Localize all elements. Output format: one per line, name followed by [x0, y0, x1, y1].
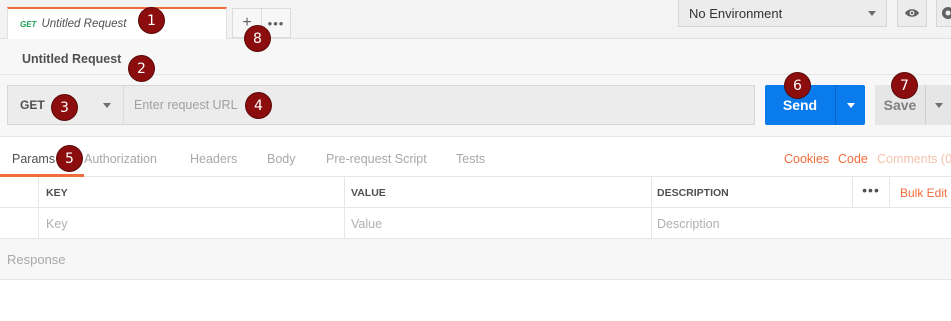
params-table: KEY VALUE DESCRIPTION ••• Bulk Edit — [0, 177, 951, 239]
environment-selected: No Environment — [689, 5, 783, 21]
comments-link[interactable]: Comments (0 — [877, 152, 951, 166]
bulk-edit-link[interactable]: Bulk Edit — [900, 186, 947, 200]
more-horizontal-icon: ••• — [267, 15, 285, 31]
column-header-description: DESCRIPTION — [657, 187, 729, 199]
save-label: Save — [883, 97, 917, 113]
request-tab[interactable]: GET Untitled Request — [7, 7, 227, 39]
column-header-key: KEY — [46, 187, 68, 199]
column-header-value: VALUE — [351, 187, 386, 199]
annotation-marker-5: 5 — [57, 146, 82, 171]
gear-icon — [942, 7, 951, 19]
environment-settings-button[interactable] — [936, 0, 951, 27]
response-panel-header: Response — [0, 239, 951, 280]
annotation-marker-1: 1 — [139, 8, 164, 33]
save-options-button[interactable] — [925, 85, 951, 125]
cookies-link[interactable]: Cookies — [784, 152, 829, 166]
tab-tests[interactable]: Tests — [456, 152, 485, 166]
tab-pre-request-script[interactable]: Pre-request Script — [326, 152, 427, 166]
annotation-marker-8: 8 — [245, 26, 270, 51]
param-key-input[interactable] — [46, 213, 336, 235]
annotation-marker-3: 3 — [52, 95, 77, 120]
param-value-input[interactable] — [351, 213, 641, 235]
code-link[interactable]: Code — [838, 152, 868, 166]
tab-params[interactable]: Params — [12, 152, 55, 166]
chevron-down-icon — [103, 102, 111, 108]
table-row — [0, 208, 951, 239]
column-divider — [38, 177, 39, 208]
column-divider — [344, 177, 345, 208]
tab-authorization[interactable]: Authorization — [84, 152, 157, 166]
request-tab-method: GET — [20, 19, 37, 29]
column-divider — [38, 208, 39, 239]
column-divider — [651, 208, 652, 239]
eye-icon — [905, 9, 919, 17]
annotation-marker-4: 4 — [246, 93, 271, 118]
url-input[interactable] — [123, 85, 755, 125]
column-divider — [852, 177, 853, 208]
request-name[interactable]: Untitled Request — [22, 52, 121, 66]
environment-select[interactable]: No Environment — [678, 0, 887, 27]
chevron-down-icon — [934, 102, 943, 108]
send-label: Send — [782, 97, 818, 113]
request-sub-tabs: Params Authorization Headers Body Pre-re… — [0, 136, 951, 177]
environment-quick-look-button[interactable] — [897, 0, 927, 27]
response-label: Response — [7, 252, 66, 267]
column-divider — [344, 208, 345, 239]
method-selected: GET — [20, 98, 45, 112]
request-tab-title: Untitled Request — [41, 18, 127, 30]
params-table-header: KEY VALUE DESCRIPTION ••• Bulk Edit — [0, 177, 951, 208]
column-divider — [651, 177, 652, 208]
column-divider — [889, 177, 890, 208]
chevron-down-icon — [868, 10, 876, 16]
more-horizontal-icon[interactable]: ••• — [858, 182, 884, 198]
tab-headers[interactable]: Headers — [190, 152, 237, 166]
annotation-marker-6: 6 — [785, 73, 810, 98]
send-options-button[interactable] — [835, 85, 865, 125]
chevron-down-icon — [846, 102, 855, 108]
annotation-marker-2: 2 — [129, 56, 154, 81]
param-description-input[interactable] — [657, 213, 942, 235]
annotation-marker-7: 7 — [892, 73, 917, 98]
tab-body[interactable]: Body — [267, 152, 296, 166]
